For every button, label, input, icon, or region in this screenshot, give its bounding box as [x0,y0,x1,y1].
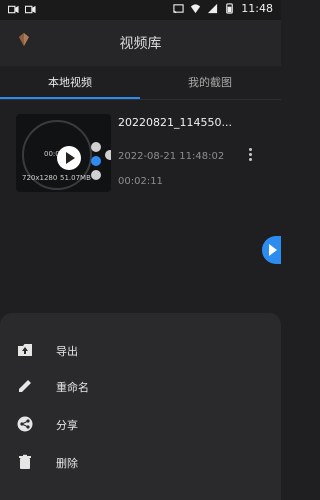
video-datetime: 2022-08-21 11:48:02 [118,151,225,162]
wifi-icon [191,4,201,14]
thumbnail-dot-blue [91,156,101,166]
thumbnail-dot [91,142,101,152]
status-time: 11:48 [241,2,273,15]
bottom-sheet-menu: 导出 重命名 分享 删除 [0,313,281,500]
thumbnail-size: 51.07MB [60,174,91,182]
export-icon [18,344,32,356]
thumbnail-dot [91,170,101,180]
menu-item-label: 重命名 [56,381,89,394]
app-bar: 视频库 [0,20,281,66]
menu-item-export[interactable]: 导出 [0,333,281,369]
video-thumbnail[interactable]: 00:02:06 720x1280 51.07MB [16,114,111,192]
more-options-icon[interactable] [247,146,253,162]
status-right: 11:48 [173,2,273,15]
video-list-item[interactable]: 00:02:06 720x1280 51.07MB 20220821_11455… [16,108,268,192]
video-meta: 20220821_114550... 2022-08-21 11:48:02 0… [118,116,232,187]
video-recording-icon-2 [25,5,36,14]
share-icon [17,416,33,432]
video-recording-icon [8,5,19,14]
rename-pencil-icon [19,380,31,392]
tab-bar: 本地视频 我的截图 [0,66,281,100]
signal-icon [208,3,218,14]
menu-item-label: 分享 [56,419,78,432]
status-left-icons [8,4,36,15]
cast-icon [173,4,184,14]
tab-local-videos[interactable]: 本地视频 [0,66,140,100]
video-duration: 00:02:11 [118,176,163,187]
video-filename: 20220821_114550... [118,116,232,129]
tab-divider [0,99,281,100]
delete-trash-icon [19,454,31,469]
thumbnail-resolution: 720x1280 [22,174,58,182]
menu-item-label: 删除 [56,457,78,470]
menu-item-share[interactable]: 分享 [0,407,281,443]
menu-item-label: 导出 [56,345,78,358]
menu-item-delete[interactable]: 删除 [0,445,281,481]
floating-record-button[interactable] [262,236,281,264]
menu-item-rename[interactable]: 重命名 [0,369,281,405]
tab-my-screenshots[interactable]: 我的截图 [140,66,280,100]
page-title: 视频库 [119,36,162,52]
battery-icon [226,3,234,14]
thumbnail-dot [105,150,111,160]
play-icon[interactable] [57,146,81,170]
status-bar: 11:48 [0,0,281,20]
